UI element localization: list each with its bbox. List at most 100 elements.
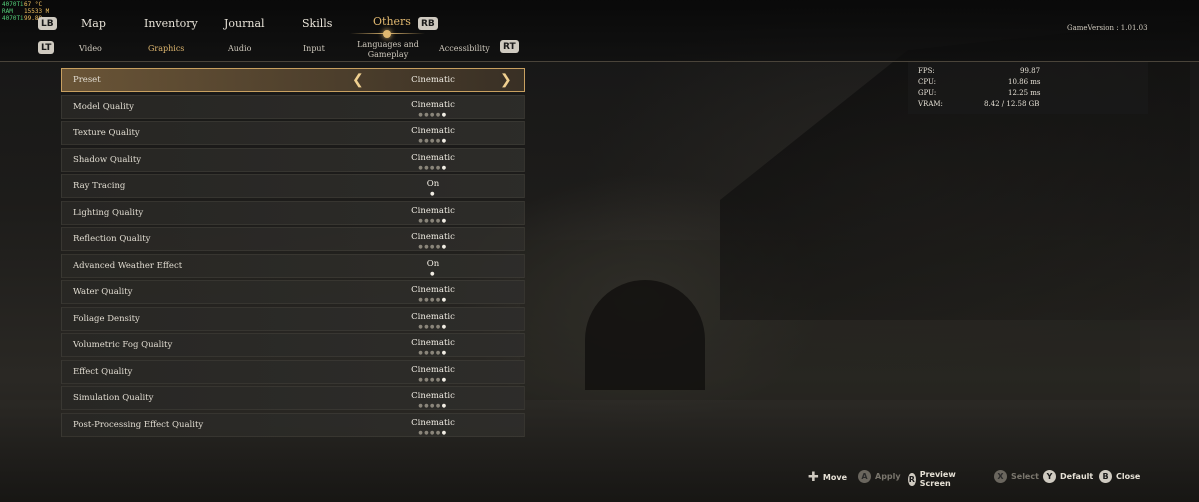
cpu-value: 10.86 ms <box>1008 78 1041 86</box>
setting-row-model-quality[interactable]: Model Quality Cinematic ●●●●● <box>61 94 525 119</box>
setting-row-shadow-quality[interactable]: Shadow Quality Cinematic ●●●●● <box>61 147 525 172</box>
setting-value: Cinematic <box>411 205 455 216</box>
level-indicator: ●●●●● <box>418 244 448 250</box>
setting-row-simulation-quality[interactable]: Simulation Quality Cinematic ●●●●● <box>61 386 525 410</box>
setting-label: Preset <box>73 75 101 85</box>
default-label: Default <box>1060 472 1094 481</box>
apply-label: Apply <box>875 472 901 481</box>
close-prompt[interactable]: B Close <box>1099 470 1140 483</box>
setting-label: Foliage Density <box>73 313 140 324</box>
level-indicator: ●●●●● <box>418 138 448 144</box>
subtab-audio[interactable]: Audio <box>228 44 251 53</box>
setting-row-reflection-quality[interactable]: Reflection Quality Cinematic ●●●●● <box>61 227 525 251</box>
graphics-settings-list: Preset ❮ Cinematic ❯ Model Quality Cinem… <box>61 68 525 439</box>
setting-value: Cinematic <box>411 338 455 348</box>
setting-row-effect-quality[interactable]: Effect Quality Cinematic ●●●●● <box>61 359 525 384</box>
select-prompt[interactable]: X Select <box>994 470 1039 483</box>
setting-label: Texture Quality <box>73 128 140 138</box>
setting-value: Cinematic <box>411 99 455 110</box>
setting-row-preset[interactable]: Preset ❮ Cinematic ❯ <box>61 68 525 92</box>
x-button-icon: X <box>994 470 1007 483</box>
setting-row-post-processing-effect-quality[interactable]: Post-Processing Effect Quality Cinematic… <box>61 412 525 437</box>
rb-button-icon[interactable]: RB <box>418 17 438 30</box>
tab-skills[interactable]: Skills <box>302 17 332 30</box>
chevron-right-icon[interactable]: ❯ <box>500 72 512 88</box>
setting-label: Effect Quality <box>73 366 133 377</box>
dpad-icon: ✚ <box>808 470 819 485</box>
setting-value: Cinematic <box>411 285 455 295</box>
setting-label: Ray Tracing <box>73 181 126 191</box>
setting-value: Cinematic <box>411 75 455 85</box>
setting-label: Reflection Quality <box>73 234 151 244</box>
lt-button-icon[interactable]: LT <box>38 41 55 54</box>
vram-label: VRAM: <box>918 100 943 108</box>
cpu-label: CPU: <box>918 78 936 86</box>
fps-value: 99.87 <box>1020 67 1041 75</box>
active-tab-marker <box>383 30 391 38</box>
level-indicator: ●●●●● <box>418 164 448 171</box>
setting-value: Cinematic <box>411 311 455 322</box>
tab-map[interactable]: Map <box>81 17 106 30</box>
gpu-value: 12.25 ms <box>1008 89 1041 97</box>
rt-button-icon[interactable]: RT <box>500 40 519 53</box>
setting-label: Lighting Quality <box>73 207 144 218</box>
setting-row-ray-tracing[interactable]: Ray Tracing On ● <box>61 174 525 198</box>
performance-stats-panel: FPS: 99.87 CPU: 10.86 ms GPU: 12.25 ms V… <box>908 62 1148 114</box>
setting-label: Simulation Quality <box>73 393 154 403</box>
setting-row-advanced-weather-effect[interactable]: Advanced Weather Effect On ● <box>61 253 525 278</box>
level-indicator: ●●●●● <box>418 350 448 356</box>
setting-value: Cinematic <box>411 152 455 163</box>
setting-value: Cinematic <box>411 391 455 401</box>
subtab-input[interactable]: Input <box>303 44 325 53</box>
setting-row-lighting-quality[interactable]: Lighting Quality Cinematic ●●●●● <box>61 200 525 225</box>
setting-row-foliage-density[interactable]: Foliage Density Cinematic ●●●●● <box>61 306 525 331</box>
setting-label: Water Quality <box>73 287 133 297</box>
subtab-graphics[interactable]: Graphics <box>148 44 184 53</box>
apply-prompt[interactable]: A Apply <box>858 470 901 483</box>
level-indicator: ●●●●● <box>418 376 448 383</box>
game-version: GameVersion : 1.01.03 <box>1067 24 1148 32</box>
setting-label: Post-Processing Effect Quality <box>73 419 204 430</box>
setting-value: Cinematic <box>411 364 455 375</box>
setting-label: Volumetric Fog Quality <box>73 340 173 350</box>
move-prompt[interactable]: ✚ Move <box>808 470 847 485</box>
setting-row-texture-quality[interactable]: Texture Quality Cinematic ●●●●● <box>61 121 525 145</box>
tab-inventory[interactable]: Inventory <box>144 17 198 30</box>
a-button-icon: A <box>858 470 871 483</box>
subtab-languages-gameplay[interactable]: Languages and Gameplay <box>353 40 423 60</box>
y-button-icon: Y <box>1043 470 1056 483</box>
setting-label: Model Quality <box>73 101 134 112</box>
move-label: Move <box>822 473 848 482</box>
level-indicator: ●●●●● <box>418 217 448 224</box>
preview-screen-prompt[interactable]: R Preview Screen <box>908 470 961 488</box>
setting-row-volumetric-fog-quality[interactable]: Volumetric Fog Quality Cinematic ●●●●● <box>61 333 525 357</box>
setting-value: Cinematic <box>411 232 455 242</box>
level-indicator: ●●●●● <box>418 323 448 330</box>
lb-button-icon[interactable]: LB <box>38 17 57 30</box>
level-indicator: ●●●●● <box>418 111 448 118</box>
subtab-video[interactable]: Video <box>79 44 102 53</box>
setting-value: On <box>426 179 440 189</box>
r-stick-icon: R <box>908 472 916 486</box>
default-prompt[interactable]: Y Default <box>1043 470 1093 483</box>
setting-value: Cinematic <box>411 126 455 136</box>
select-label: Select <box>1011 472 1039 481</box>
level-indicator: ●●●●● <box>418 297 448 303</box>
setting-row-water-quality[interactable]: Water Quality Cinematic ●●●●● <box>61 280 525 304</box>
setting-label: Shadow Quality <box>73 154 142 165</box>
setting-label: Advanced Weather Effect <box>73 260 183 271</box>
level-indicator: ● <box>430 270 436 277</box>
preview-label: Preview Screen <box>919 470 956 488</box>
tab-journal[interactable]: Journal <box>224 17 265 30</box>
level-indicator: ●●●●● <box>418 403 448 409</box>
gpu-label: GPU: <box>918 89 937 97</box>
vram-value: 8.42 / 12.58 GB <box>984 100 1040 108</box>
level-indicator: ●●●●● <box>418 429 448 436</box>
setting-value: On <box>426 258 440 269</box>
close-label: Close <box>1116 472 1141 481</box>
subtab-accessibility[interactable]: Accessibility <box>439 44 490 53</box>
b-button-icon: B <box>1099 470 1112 483</box>
setting-value: Cinematic <box>411 417 455 428</box>
tab-others[interactable]: Others <box>373 15 411 28</box>
fps-label: FPS: <box>918 67 935 75</box>
